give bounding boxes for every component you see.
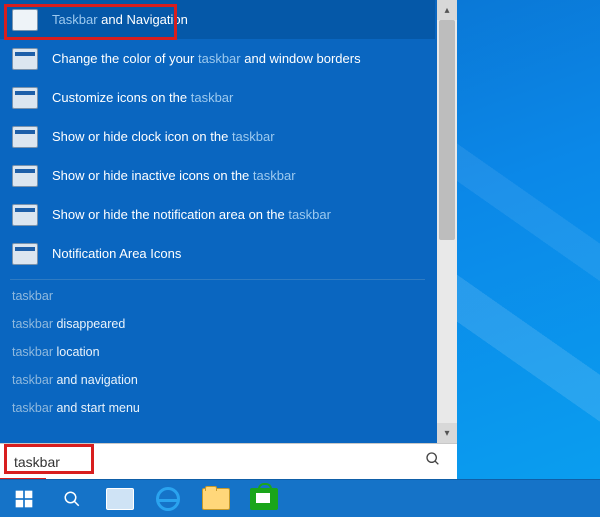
ie-icon [156, 487, 180, 511]
task-view-button[interactable] [96, 480, 144, 517]
suggestion-taskbar-and-navigation[interactable]: taskbar and navigation [0, 366, 435, 394]
search-icon[interactable] [419, 451, 447, 472]
start-search-panel: Taskbar and Navigation Change the color … [0, 0, 457, 479]
start-button[interactable] [0, 480, 48, 517]
file-explorer-icon [202, 488, 230, 510]
result-inactive-icons[interactable]: Show or hide inactive icons on the taskb… [0, 156, 435, 195]
task-view-icon [106, 488, 134, 510]
store-icon [250, 488, 278, 510]
scroll-thumb[interactable] [439, 20, 455, 240]
search-input[interactable] [14, 454, 419, 470]
result-notification-area-icons[interactable]: Notification Area Icons [0, 234, 435, 273]
result-change-color[interactable]: Change the color of your taskbar and win… [0, 39, 435, 78]
settings-strip-icon [12, 87, 38, 109]
control-panel-icon [12, 9, 38, 31]
search-results-area: Taskbar and Navigation Change the color … [0, 0, 457, 443]
scroll-up-button[interactable]: ▴ [437, 0, 457, 20]
result-taskbar-and-navigation[interactable]: Taskbar and Navigation [0, 0, 435, 39]
search-icon [63, 490, 81, 508]
windows-logo-icon [14, 489, 34, 509]
scroll-down-button[interactable]: ▾ [437, 423, 457, 443]
settings-strip-icon [12, 48, 38, 70]
suggestion-taskbar-disappeared[interactable]: taskbar disappeared [0, 310, 435, 338]
results-divider [10, 279, 425, 280]
settings-strip-icon [12, 126, 38, 148]
result-clock-icon[interactable]: Show or hide clock icon on the taskbar [0, 117, 435, 156]
result-notification-area[interactable]: Show or hide the notification area on th… [0, 195, 435, 234]
suggestion-taskbar[interactable]: taskbar [0, 282, 435, 310]
internet-explorer-button[interactable] [144, 480, 192, 517]
suggestion-taskbar-location[interactable]: taskbar location [0, 338, 435, 366]
desktop-wallpaper: Taskbar and Navigation Change the color … [0, 0, 600, 517]
suggestion-taskbar-and-start-menu[interactable]: taskbar and start menu [0, 394, 435, 422]
file-explorer-button[interactable] [192, 480, 240, 517]
result-customize-icons[interactable]: Customize icons on the taskbar [0, 78, 435, 117]
taskbar-search-button[interactable] [48, 480, 96, 517]
taskbar [0, 479, 600, 517]
settings-strip-icon [12, 243, 38, 265]
search-box[interactable] [0, 443, 457, 479]
settings-strip-icon [12, 165, 38, 187]
results-scrollbar[interactable]: ▴ ▾ [437, 0, 457, 443]
windows-store-button[interactable] [240, 480, 288, 517]
result-text: Taskbar [52, 12, 98, 27]
settings-strip-icon [12, 204, 38, 226]
